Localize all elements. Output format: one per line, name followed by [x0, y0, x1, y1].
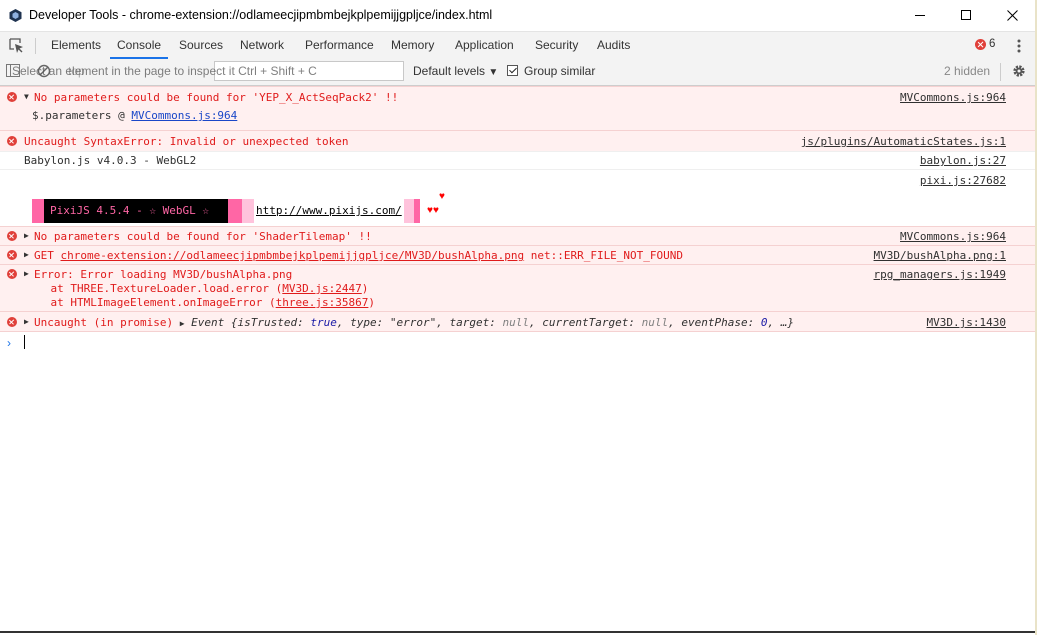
console-message[interactable]: ▶ No parameters could be found for 'Shad… — [0, 226, 1035, 245]
error-icon — [7, 250, 17, 260]
message-source-link[interactable]: MV3D/bushAlpha.png:1 — [874, 249, 1006, 262]
tab-memory[interactable]: Memory — [384, 32, 441, 59]
gear-icon[interactable] — [1012, 64, 1026, 78]
hidden-count: 2 hidden — [944, 64, 991, 78]
error-counter[interactable]: 6 — [975, 38, 995, 50]
tab-network[interactable]: Network — [233, 32, 291, 59]
tab-console[interactable]: Console — [110, 32, 169, 59]
tab-application[interactable]: Application — [448, 32, 521, 59]
pixi-banner-url-box: http://www.pixijs.com/ — [242, 199, 414, 223]
window-title: Developer Tools - chrome-extension://odl… — [29, 8, 493, 22]
console-message[interactable]: Uncaught SyntaxError: Invalid or unexpec… — [0, 130, 1035, 151]
message-text: No parameters could be found for 'YEP_X_… — [34, 91, 399, 104]
more-vert-icon[interactable] — [1013, 38, 1025, 54]
error-icon — [7, 231, 17, 241]
stack-link[interactable]: MV3D.js:2447 — [282, 282, 361, 295]
console-input[interactable] — [24, 335, 25, 349]
pixi-banner-stripe — [228, 199, 242, 223]
message-source-link[interactable]: js/plugins/AutomaticStates.js:1 — [801, 135, 1006, 148]
tab-divider — [35, 38, 36, 54]
minimize-icon — [914, 15, 925, 16]
prompt-chevron-icon: › — [7, 336, 11, 350]
stack-line: $.parameters @ MVCommons.js:964 — [32, 109, 238, 122]
clear-icon[interactable] — [37, 64, 51, 78]
sidebar-icon[interactable] — [6, 64, 20, 77]
tab-sources[interactable]: Sources — [172, 32, 230, 59]
close-icon — [1006, 10, 1018, 21]
stack-line: at HTMLImageElement.onImageError (three.… — [24, 296, 376, 309]
tab-performance[interactable]: Performance — [298, 32, 381, 59]
expand-triangle-icon[interactable]: ▼ — [24, 92, 29, 101]
inspect-icon[interactable] — [8, 37, 25, 54]
group-similar-label: Group similar — [524, 64, 596, 78]
context-selector[interactable]: top — [68, 64, 85, 78]
title-bar: Developer Tools - chrome-extension://odl… — [0, 0, 1035, 31]
expand-triangle-icon[interactable]: ▶ — [24, 317, 29, 326]
console-message[interactable]: Babylon.js v4.0.3 - WebGL2 babylon.js:27 — [0, 151, 1035, 169]
stack-link[interactable]: three.js:35867 — [276, 296, 369, 309]
console-message[interactable]: ▶ Uncaught (in promise) ▶ Event {isTrust… — [0, 311, 1035, 332]
toolbar-divider — [1000, 63, 1001, 81]
panel-tabs: Elements Console Sources Network Perform… — [0, 31, 1035, 60]
group-similar-checkbox[interactable] — [507, 65, 518, 76]
minimize-button[interactable] — [897, 0, 943, 31]
heart-icon: ♥ — [439, 191, 445, 202]
message-text: GET chrome-extension://odlameecjipmbmbej… — [34, 249, 684, 262]
stack-line: at THREE.TextureLoader.load.error (MV3D.… — [24, 282, 369, 295]
message-text: Uncaught SyntaxError: Invalid or unexpec… — [24, 135, 349, 148]
message-text: Uncaught (in promise) ▶ Event {isTrusted… — [34, 316, 794, 329]
message-source-link[interactable]: babylon.js:27 — [920, 154, 1006, 167]
tab-elements[interactable]: Elements — [44, 32, 108, 59]
devtools-window: Developer Tools - chrome-extension://odl… — [0, 0, 1036, 633]
log-levels-dropdown[interactable]: Default levels ▼ — [413, 64, 498, 78]
stack-link[interactable]: MVCommons.js:964 — [131, 109, 237, 122]
pixi-banner: PixiJS 4.5.4 - ☆ WebGL ☆ — [44, 199, 228, 223]
tab-security[interactable]: Security — [528, 32, 585, 59]
pixi-banner-stripe — [32, 199, 44, 223]
error-icon — [7, 269, 17, 279]
tab-audits[interactable]: Audits — [590, 32, 637, 59]
close-button[interactable] — [989, 0, 1035, 31]
error-icon — [975, 38, 986, 50]
pixi-banner-stripe — [414, 199, 420, 223]
app-icon — [9, 9, 22, 22]
chevron-down-icon: ▼ — [488, 67, 499, 78]
log-levels-label: Default levels — [413, 64, 486, 78]
message-text: Babylon.js v4.0.3 - WebGL2 — [24, 154, 197, 167]
expand-triangle-icon[interactable]: ▶ — [24, 269, 29, 278]
error-icon — [7, 92, 17, 102]
heart-icon: ♥♥ — [427, 205, 439, 216]
message-text: No parameters could be found for 'Shader… — [34, 230, 372, 243]
filter-input[interactable] — [214, 61, 404, 81]
maximize-button[interactable] — [943, 0, 989, 31]
console-message[interactable]: ▼ No parameters could be found for 'YEP_… — [0, 86, 1035, 130]
message-source-link[interactable]: MVCommons.js:964 — [900, 91, 1006, 104]
error-count: 6 — [989, 38, 996, 50]
message-source-link[interactable]: MV3D.js:1430 — [927, 316, 1006, 329]
console-message[interactable]: ▶ Error: Error loading MV3D/bushAlpha.pn… — [0, 264, 1035, 311]
expand-triangle-icon[interactable]: ▶ — [24, 231, 29, 240]
console-message[interactable]: ▶ GET chrome-extension://odlameecjipmbmb… — [0, 245, 1035, 264]
error-icon — [7, 136, 17, 146]
pixi-url-link[interactable]: http://www.pixijs.com/ — [254, 199, 404, 223]
message-source-link[interactable]: MVCommons.js:964 — [900, 230, 1006, 243]
message-source-link[interactable]: rpg_managers.js:1949 — [874, 268, 1006, 281]
console-toolbar: top Default levels ▼ Group similar 2 hid… — [0, 59, 1035, 86]
message-text: Error: Error loading MV3D/bushAlpha.png — [34, 268, 293, 281]
error-icon — [7, 317, 17, 327]
expand-triangle-icon[interactable]: ▶ — [24, 250, 29, 259]
request-url-link[interactable]: chrome-extension://odlameecjipmbmbejkplp… — [61, 249, 525, 262]
maximize-icon — [960, 10, 971, 20]
message-source-link[interactable]: pixi.js:27682 — [920, 174, 1006, 187]
